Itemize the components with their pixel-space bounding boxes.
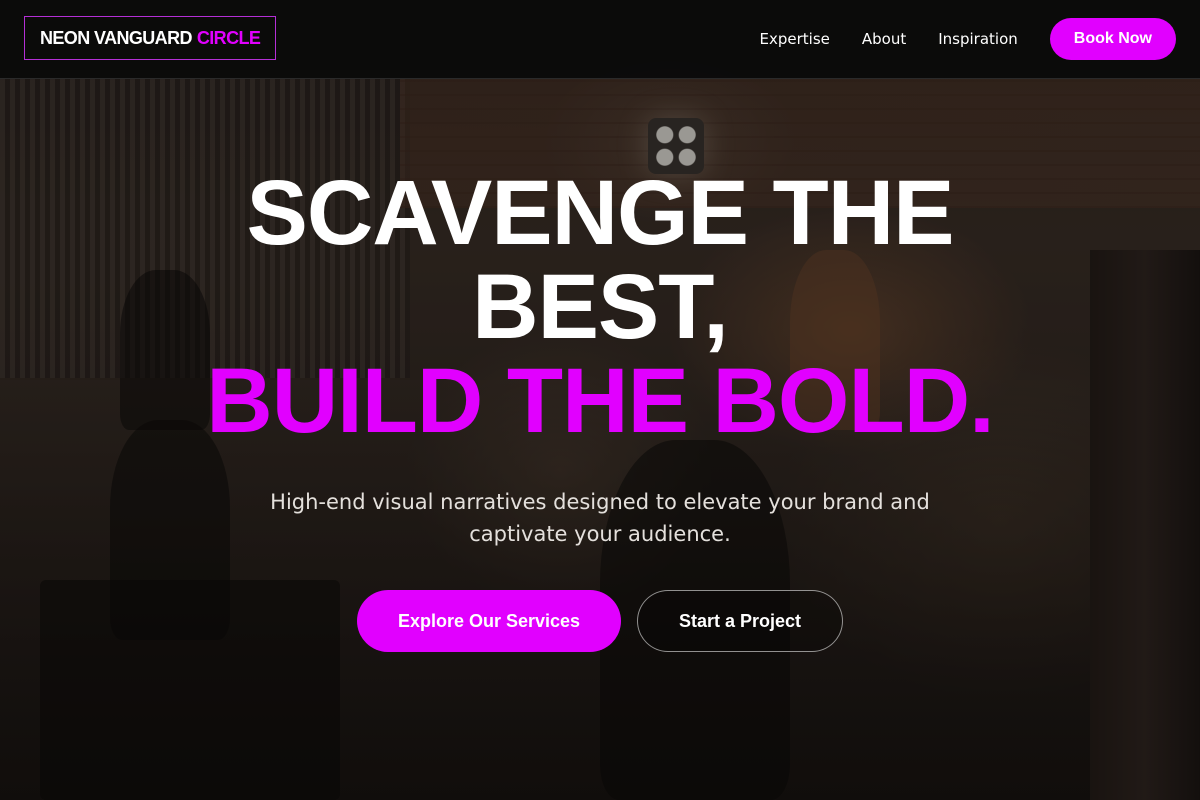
hero-subtitle: High-end visual narratives designed to e… xyxy=(270,490,930,546)
brand-logo[interactable]: NEON VANGUARD CIRCLE xyxy=(24,16,277,60)
explore-services-button[interactable]: Explore Our Services xyxy=(357,590,621,652)
nav-links: Expertise About Inspiration Book Now xyxy=(760,18,1176,60)
logo-main-text: NEON VANGUARD xyxy=(40,27,192,48)
start-project-button[interactable]: Start a Project xyxy=(637,590,843,652)
hero-headline: SCAVENGE THE BEST, BUILD THE BOLD. xyxy=(0,166,1200,448)
nav-link-inspiration[interactable]: Inspiration xyxy=(938,30,1018,48)
headline-line-1: SCAVENGE THE xyxy=(246,162,954,264)
book-now-button[interactable]: Book Now xyxy=(1049,18,1176,60)
nav-link-expertise[interactable]: Expertise xyxy=(760,30,830,48)
nav-link-about[interactable]: About xyxy=(862,30,906,48)
logo-accent-text: CIRCLE xyxy=(196,27,261,48)
landing-page: NEON VANGUARD CIRCLE Expertise About Ins… xyxy=(0,0,1200,800)
headline-line-3: BUILD THE BOLD. xyxy=(206,350,994,452)
headline-line-2: BEST, xyxy=(472,256,729,358)
top-navbar: NEON VANGUARD CIRCLE Expertise About Ins… xyxy=(0,0,1200,79)
hero-section: SCAVENGE THE BEST, BUILD THE BOLD. High-… xyxy=(0,78,1200,800)
hero-cta-row: Explore Our Services Start a Project xyxy=(0,590,1200,652)
